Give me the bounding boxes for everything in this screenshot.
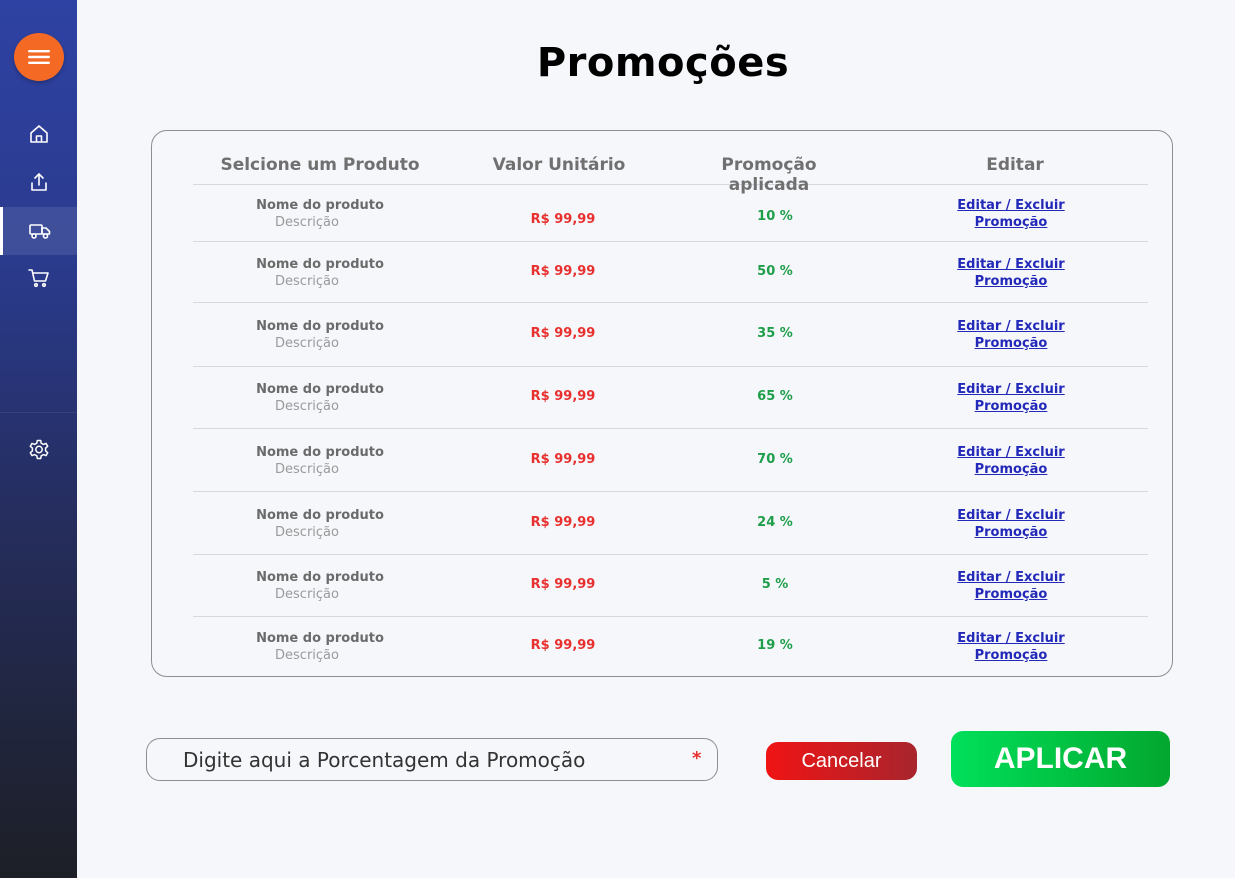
product-description: Descrição: [275, 336, 339, 351]
product-name: Nome do produto: [256, 319, 384, 334]
unit-price: R$ 99,99: [530, 452, 596, 467]
edit-link-line2: Promoção: [974, 587, 1048, 602]
edit-link-line1: Editar / Excluir: [957, 319, 1065, 334]
promotions-table: Selcione um Produto Valor Unitário Promo…: [151, 130, 1173, 677]
page-title: Promoções: [536, 40, 790, 86]
product-cell: Nome do produto Descrição: [193, 507, 447, 541]
promotion-value: 10 %: [757, 209, 793, 224]
table-header: Selcione um Produto Valor Unitário Promo…: [193, 131, 1148, 195]
cart-icon: [27, 269, 49, 288]
apply-button[interactable]: APLICAR: [951, 731, 1170, 787]
product-description: Descrição: [275, 525, 339, 540]
promotion-value: 35 %: [757, 326, 793, 341]
sidebar-item-delivery[interactable]: [0, 207, 77, 255]
table-row: Nome do produto Descrição R$ 99,99 24 % Edit…: [193, 492, 1148, 555]
promotion-value: 50 %: [757, 264, 793, 279]
header-edit: Editar: [986, 155, 1044, 175]
promotion-value: 24 %: [757, 515, 793, 530]
product-description: Descrição: [275, 399, 339, 414]
unit-price: R$ 99,99: [530, 515, 596, 530]
product-description: Descrição: [275, 462, 339, 477]
edit-link-line1: Editar / Excluir: [957, 570, 1065, 585]
promo-percentage-field: *: [146, 738, 718, 781]
edit-delete-promotion-link[interactable]: Editar / Excluir Promoção: [943, 318, 1079, 352]
home-icon: [29, 125, 48, 143]
edit-link-line1: Editar / Excluir: [957, 631, 1065, 646]
table-row: Nome do produto Descrição R$ 99,99 35 % Edit…: [193, 303, 1148, 367]
table-row: Nome do produto Descrição R$ 99,99 10 % Edit…: [193, 186, 1148, 242]
table-row: Nome do produto Descrição R$ 99,99 5 % Edita…: [193, 555, 1148, 617]
product-cell: Nome do produto Descrição: [193, 256, 447, 290]
edit-link-line2: Promoção: [974, 648, 1048, 663]
edit-delete-promotion-link[interactable]: Editar / Excluir Promoção: [943, 630, 1079, 664]
unit-price: R$ 99,99: [530, 389, 596, 404]
product-description: Descrição: [275, 274, 339, 289]
required-mark: *: [692, 748, 702, 769]
unit-price: R$ 99,99: [530, 264, 596, 279]
promotion-value: 70 %: [757, 452, 793, 467]
product-name: Nome do produto: [256, 198, 384, 213]
product-name: Nome do produto: [256, 570, 384, 585]
header-unit-price: Valor Unitário: [492, 155, 626, 175]
unit-price: R$ 99,99: [530, 577, 596, 592]
edit-link-line2: Promoção: [974, 525, 1048, 540]
edit-link-line1: Editar / Excluir: [957, 508, 1065, 523]
cancel-button[interactable]: Cancelar: [766, 742, 917, 780]
product-name: Nome do produto: [256, 508, 384, 523]
table-row: Nome do produto Descrição R$ 99,99 19 % Edit…: [193, 617, 1148, 677]
product-cell: Nome do produto Descrição: [193, 197, 447, 231]
unit-price: R$ 99,99: [530, 212, 596, 227]
product-description: Descrição: [275, 587, 339, 602]
menu-button[interactable]: [14, 33, 64, 81]
sidebar-item-home[interactable]: [0, 110, 77, 158]
truck-icon: [29, 224, 51, 239]
product-name: Nome do produto: [256, 445, 384, 460]
edit-link-line1: Editar / Excluir: [957, 445, 1065, 460]
product-description: Descrição: [275, 648, 339, 663]
edit-link-line1: Editar / Excluir: [957, 257, 1065, 272]
header-product: Selcione um Produto: [220, 155, 420, 175]
promotion-value: 19 %: [757, 638, 793, 653]
edit-delete-promotion-link[interactable]: Editar / Excluir Promoção: [943, 256, 1079, 290]
product-cell: Nome do produto Descrição: [193, 381, 447, 415]
edit-link-line1: Editar / Excluir: [957, 198, 1065, 213]
edit-link-line1: Editar / Excluir: [957, 382, 1065, 397]
product-description: Descrição: [275, 215, 339, 230]
sidebar: [0, 0, 77, 878]
sidebar-item-cart[interactable]: [0, 254, 77, 302]
table-row: Nome do produto Descrição R$ 99,99 65 % Edit…: [193, 367, 1148, 429]
edit-delete-promotion-link[interactable]: Editar / Excluir Promoção: [943, 197, 1079, 231]
table-row: Nome do produto Descrição R$ 99,99 50 % Edit…: [193, 242, 1148, 303]
unit-price: R$ 99,99: [530, 638, 596, 653]
promotion-value: 65 %: [757, 389, 793, 404]
edit-delete-promotion-link[interactable]: Editar / Excluir Promoção: [943, 381, 1079, 415]
sidebar-divider: [0, 412, 77, 413]
sidebar-item-settings[interactable]: [0, 426, 77, 474]
table-row: Nome do produto Descrição R$ 99,99 70 % Edit…: [193, 429, 1148, 492]
edit-link-line2: Promoção: [974, 399, 1048, 414]
product-name: Nome do produto: [256, 631, 384, 646]
product-cell: Nome do produto Descrição: [193, 630, 447, 664]
product-cell: Nome do produto Descrição: [193, 444, 447, 478]
gear-icon: [29, 439, 48, 460]
promotion-value: 5 %: [761, 577, 789, 592]
edit-delete-promotion-link[interactable]: Editar / Excluir Promoção: [943, 507, 1079, 541]
edit-delete-promotion-link[interactable]: Editar / Excluir Promoção: [943, 444, 1079, 478]
edit-link-line2: Promoção: [974, 462, 1048, 477]
upload-icon: [30, 173, 47, 191]
edit-link-line2: Promoção: [974, 215, 1048, 230]
sidebar-item-upload[interactable]: [0, 158, 77, 206]
unit-price: R$ 99,99: [530, 326, 596, 341]
product-cell: Nome do produto Descrição: [193, 318, 447, 352]
product-name: Nome do produto: [256, 382, 384, 397]
menu-icon: [28, 50, 50, 64]
product-name: Nome do produto: [256, 257, 384, 272]
promo-percentage-input[interactable]: [147, 739, 677, 780]
product-cell: Nome do produto Descrição: [193, 569, 447, 603]
edit-delete-promotion-link[interactable]: Editar / Excluir Promoção: [943, 569, 1079, 603]
edit-link-line2: Promoção: [974, 336, 1048, 351]
edit-link-line2: Promoção: [974, 274, 1048, 289]
